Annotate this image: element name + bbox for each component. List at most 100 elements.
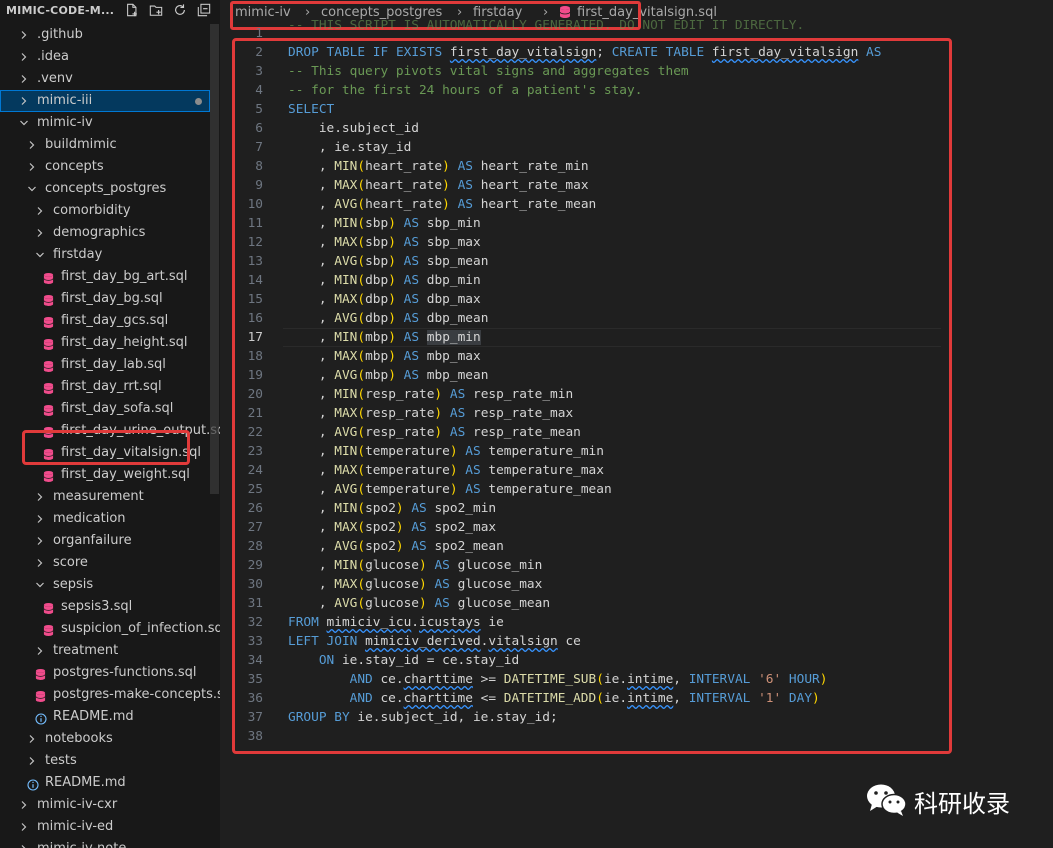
tree-folder-demographics[interactable]: demographics bbox=[0, 222, 210, 244]
tree-item-label: mimic-iv-ed bbox=[37, 819, 114, 834]
wechat-icon bbox=[866, 782, 908, 822]
tree-item-label: suspicion_of_infection.sql bbox=[61, 621, 220, 636]
highlight-box-code bbox=[232, 38, 952, 754]
tree-folder-github[interactable]: .github bbox=[0, 24, 210, 46]
tree-item-label: first_day_rrt.sql bbox=[61, 379, 162, 394]
tree-item-label: README.md bbox=[53, 709, 134, 724]
database-icon bbox=[43, 359, 54, 372]
tree-file-suspicion-of-infection-sql[interactable]: suspicion_of_infection.sql bbox=[0, 618, 220, 640]
tree-file-postgres-functions-sql[interactable]: postgres-functions.sql bbox=[0, 662, 210, 684]
database-icon bbox=[43, 293, 54, 306]
tree-folder-idea[interactable]: .idea bbox=[0, 46, 210, 68]
explorer-sidebar: MIMIC-CODE-M... .github .idea .venv mimic-i… bbox=[0, 0, 220, 848]
tree-item-label: sepsis3.sql bbox=[61, 599, 133, 614]
tree-folder-comorbidity[interactable]: comorbidity bbox=[0, 200, 210, 222]
tree-folder-measurement[interactable]: measurement bbox=[0, 486, 210, 508]
info-icon bbox=[27, 777, 39, 791]
tree-item-label: mimic-iv-cxr bbox=[37, 797, 118, 812]
tree-folder-mimic-iv-cxr[interactable]: mimic-iv-cxr bbox=[0, 794, 210, 816]
tree-item-label: .github bbox=[37, 27, 83, 42]
highlight-box-file bbox=[22, 430, 190, 465]
code-text-faded: -- THIS SCRIPT IS AUTOMATICALLY GENERATE… bbox=[288, 18, 805, 33]
tree-item-label: firstday bbox=[53, 247, 103, 262]
explorer-header: MIMIC-CODE-M... bbox=[0, 0, 220, 24]
tree-file-first-day-sofa-sql[interactable]: first_day_sofa.sql bbox=[0, 398, 210, 420]
collapse-all-icon[interactable] bbox=[196, 3, 212, 19]
database-icon bbox=[43, 315, 54, 328]
tree-folder-buildmimic[interactable]: buildmimic bbox=[0, 134, 210, 156]
tree-item-label: .idea bbox=[37, 49, 69, 64]
explorer-title: MIMIC-CODE-M... bbox=[6, 4, 115, 17]
tree-folder-treatment[interactable]: treatment bbox=[0, 640, 210, 662]
tree-item-label: score bbox=[53, 555, 88, 570]
modified-dot-icon bbox=[195, 98, 202, 105]
tree-item-label: first_day_weight.sql bbox=[61, 467, 190, 482]
database-icon bbox=[35, 667, 46, 680]
tree-item-label: concepts bbox=[45, 159, 104, 174]
tree-item-label: notebooks bbox=[45, 731, 113, 746]
tree-file-first-day-bg-sql[interactable]: first_day_bg.sql bbox=[0, 288, 210, 310]
tree-item-label: README.md bbox=[45, 775, 126, 790]
tree-folder-mimic-iv-ed[interactable]: mimic-iv-ed bbox=[0, 816, 210, 838]
tree-item-label: measurement bbox=[53, 489, 144, 504]
tree-item-label: sepsis bbox=[53, 577, 94, 592]
info-icon bbox=[35, 711, 47, 725]
database-icon bbox=[43, 381, 54, 394]
tree-folder-sepsis[interactable]: sepsis bbox=[0, 574, 210, 596]
tree-item-label: first_day_bg_art.sql bbox=[61, 269, 188, 284]
tree-item-label: medication bbox=[53, 511, 126, 526]
tree-file-first-day-gcs-sql[interactable]: first_day_gcs.sql bbox=[0, 310, 210, 332]
tree-item-label: demographics bbox=[53, 225, 146, 240]
watermark: 科研收录 bbox=[866, 780, 1036, 820]
tree-item-label: first_day_lab.sql bbox=[61, 357, 166, 372]
tree-item-label: treatment bbox=[53, 643, 119, 658]
tree-item-label: mimic-iii bbox=[37, 93, 93, 108]
tree-item-label: postgres-make-concepts.sql bbox=[53, 687, 220, 702]
new-folder-icon[interactable] bbox=[148, 3, 164, 19]
tree-item-label: first_day_bg.sql bbox=[61, 291, 163, 306]
tree-item-label: first_day_height.sql bbox=[61, 335, 188, 350]
database-icon bbox=[43, 469, 54, 482]
database-icon bbox=[43, 337, 54, 350]
tree-folder-mimic-iv[interactable]: mimic-iv bbox=[0, 112, 210, 134]
tree-item-label: buildmimic bbox=[45, 137, 117, 152]
tree-folder-score[interactable]: score bbox=[0, 552, 210, 574]
watermark-text: 科研收录 bbox=[914, 790, 1010, 818]
tree-folder-concepts[interactable]: concepts bbox=[0, 156, 210, 178]
tree-file-first-day-lab-sql[interactable]: first_day_lab.sql bbox=[0, 354, 210, 376]
tree-item-label: tests bbox=[45, 753, 77, 768]
tree-folder-notebooks[interactable]: notebooks bbox=[0, 728, 210, 750]
tree-item-label: first_day_gcs.sql bbox=[61, 313, 169, 328]
tree-folder-organfailure[interactable]: organfailure bbox=[0, 530, 210, 552]
tree-file-first-day-bg-art-sql[interactable]: first_day_bg_art.sql bbox=[0, 266, 210, 288]
tree-item-label: concepts_postgres bbox=[45, 181, 167, 196]
tree-folder-firstday[interactable]: firstday bbox=[0, 244, 210, 266]
tree-item-label: .venv bbox=[37, 71, 73, 86]
refresh-icon[interactable] bbox=[172, 3, 188, 19]
tree-item-label: postgres-functions.sql bbox=[53, 665, 197, 680]
tree-folder-medication[interactable]: medication bbox=[0, 508, 210, 530]
tree-file-first-day-weight-sql[interactable]: first_day_weight.sql bbox=[0, 464, 210, 486]
tree-item-label: first_day_sofa.sql bbox=[61, 401, 174, 416]
chevron-right-icon[interactable] bbox=[18, 838, 30, 848]
tree-item-label: comorbidity bbox=[53, 203, 131, 218]
tree-folder-concepts-postgres[interactable]: concepts_postgres bbox=[0, 178, 210, 200]
tree-file-postgres-make-concepts-sql[interactable]: postgres-make-concepts.sql bbox=[0, 684, 220, 706]
database-icon bbox=[43, 403, 54, 416]
tree-file-sepsis3-sql[interactable]: sepsis3.sql bbox=[0, 596, 210, 618]
tree-folder-mimic-iv-note[interactable]: mimic-iv-note bbox=[0, 838, 210, 848]
tree-file-first-day-rrt-sql[interactable]: first_day_rrt.sql bbox=[0, 376, 210, 398]
tree-folder-mimic-iii[interactable]: mimic-iii bbox=[0, 90, 210, 112]
database-icon bbox=[43, 271, 54, 284]
tree-file-first-day-height-sql[interactable]: first_day_height.sql bbox=[0, 332, 210, 354]
sidebar-scrollbar[interactable] bbox=[210, 24, 219, 494]
tree-folder-venv[interactable]: .venv bbox=[0, 68, 210, 90]
tree-item-label: mimic-iv-note bbox=[37, 838, 126, 848]
database-icon bbox=[43, 601, 54, 614]
tree-folder-tests[interactable]: tests bbox=[0, 750, 210, 772]
database-icon bbox=[35, 689, 46, 702]
new-file-icon[interactable] bbox=[124, 3, 140, 19]
tree-file-readme-md[interactable]: README.md bbox=[0, 706, 210, 728]
tree-file-readme-md[interactable]: README.md bbox=[0, 772, 210, 794]
tree-item-label: organfailure bbox=[53, 533, 132, 548]
